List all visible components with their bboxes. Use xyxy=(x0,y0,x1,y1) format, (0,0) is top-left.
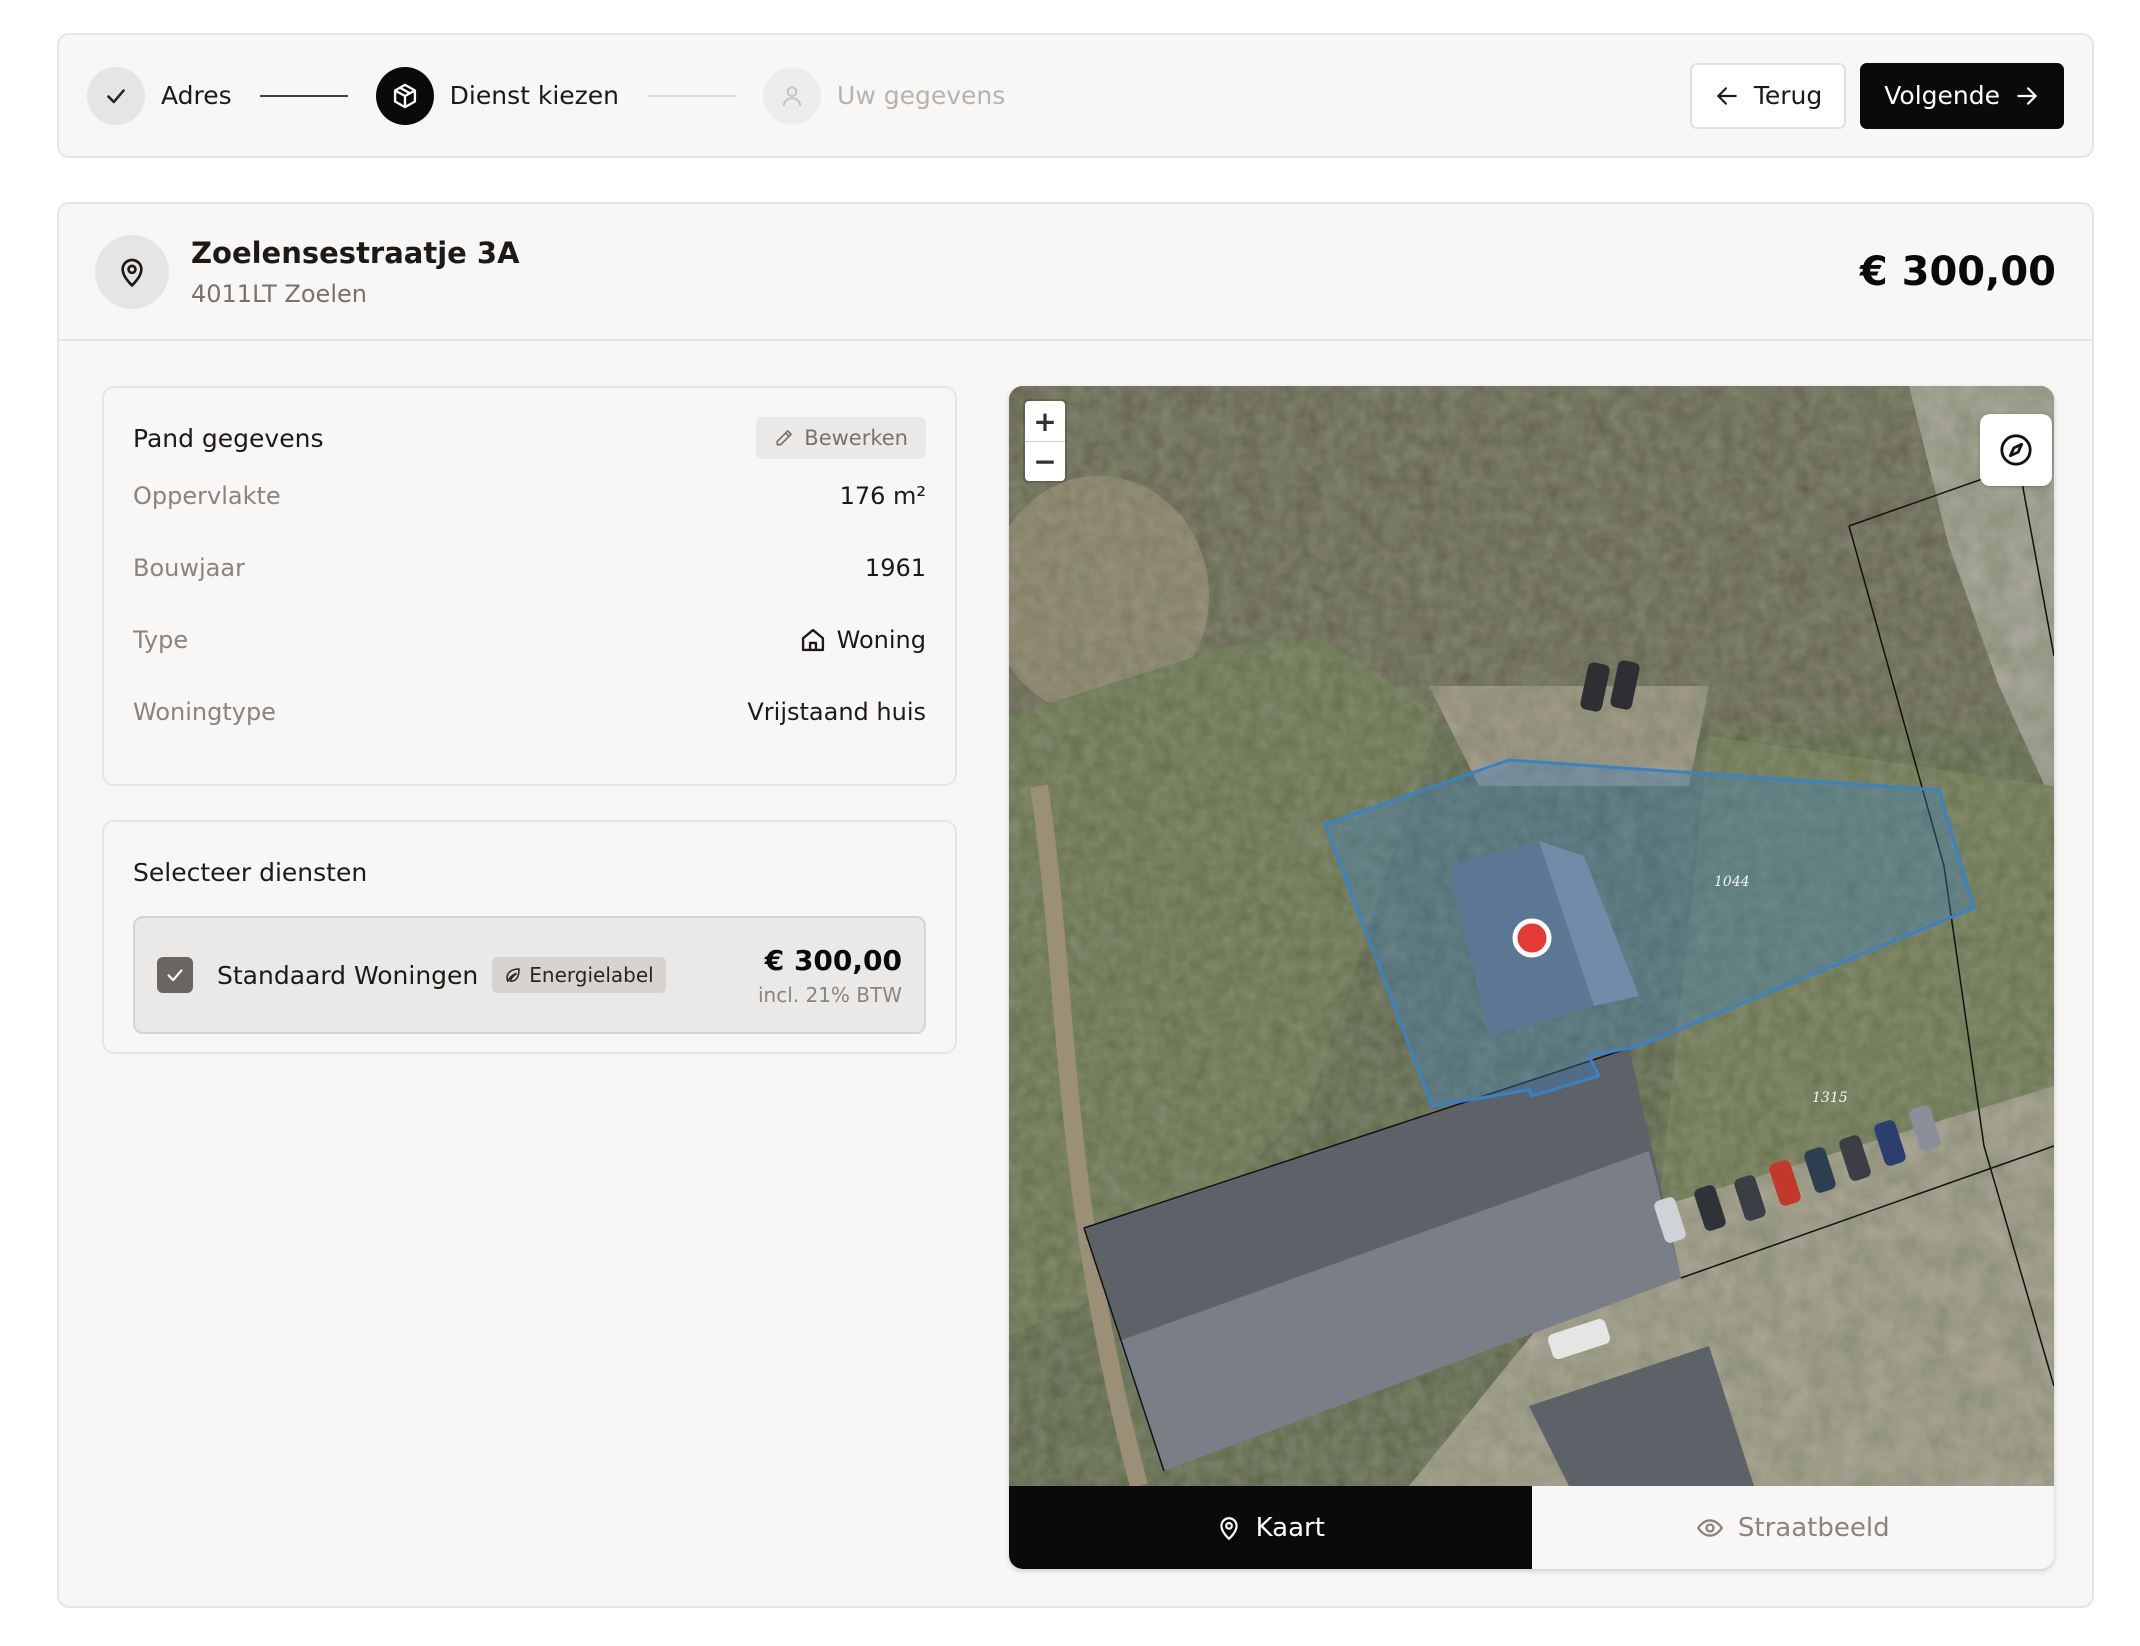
map-widget: 1044 1315 + − Kaart Straatbeeld xyxy=(1009,386,2054,1569)
prop-row-oppervlakte: Oppervlakte 176 m² xyxy=(133,460,926,532)
main-card: Zoelensestraatje 3A 4011LT Zoelen € 300,… xyxy=(57,202,2094,1608)
service-vat: incl. 21% BTW xyxy=(757,982,902,1007)
step-adres[interactable]: Adres xyxy=(87,66,232,125)
step-label: Dienst kiezen xyxy=(449,81,620,110)
panel-title: Pand gegevens xyxy=(133,423,324,453)
next-button-label: Volgende xyxy=(1884,81,2000,110)
map-pin-icon xyxy=(1219,1516,1238,1540)
step-label: Uw gegevens xyxy=(837,81,1006,110)
back-button[interactable]: Terug xyxy=(1689,62,1847,129)
parcel-label: 1044 xyxy=(1714,874,1750,890)
aerial-map[interactable]: 1044 1315 + − xyxy=(1009,386,2054,1486)
service-price: € 300,00 xyxy=(764,943,902,977)
prop-value-type: Woning xyxy=(799,626,926,654)
location-marker[interactable] xyxy=(1512,918,1552,958)
total-price: € 300,00 xyxy=(1859,248,2056,295)
arrow-left-icon xyxy=(1717,86,1737,105)
service-tag: Energielabel xyxy=(492,957,666,993)
compass-button[interactable] xyxy=(1980,414,2052,486)
panel-title: Selecteer diensten xyxy=(133,857,368,887)
user-icon xyxy=(763,66,822,125)
prop-key: Bouwjaar xyxy=(133,554,245,582)
eye-icon xyxy=(1696,1518,1723,1537)
prop-value: 1961 xyxy=(864,554,926,582)
address-block: Zoelensestraatje 3A 4011LT Zoelen xyxy=(191,236,520,308)
next-button[interactable]: Volgende xyxy=(1860,62,2064,129)
step-connector xyxy=(647,94,736,97)
address-city: 4011LT Zoelen xyxy=(191,279,367,308)
address-street: Zoelensestraatje 3A xyxy=(191,235,520,270)
prop-key: Woningtype xyxy=(133,698,276,726)
zoom-in-button[interactable]: + xyxy=(1025,401,1065,441)
zoom-out-button[interactable]: − xyxy=(1025,441,1065,481)
service-name: Standaard Woningen xyxy=(217,960,479,990)
tab-label: Straatbeeld xyxy=(1737,1512,1890,1543)
back-button-label: Terug xyxy=(1753,81,1823,110)
prop-value: Vrijstaand huis xyxy=(747,698,926,726)
service-price-block: € 300,00 incl. 21% BTW xyxy=(758,944,902,1007)
map-pin-icon xyxy=(95,234,169,309)
parcel-label: 1315 xyxy=(1812,1090,1848,1106)
edit-button-label: Bewerken xyxy=(804,426,908,450)
edit-button[interactable]: Bewerken xyxy=(756,417,926,459)
aerial-photo: 1044 1315 xyxy=(1009,386,2054,1486)
prop-key: Oppervlakte xyxy=(133,482,281,510)
home-icon xyxy=(801,628,824,652)
prop-key: Type xyxy=(133,626,189,654)
step-dienst-kiezen[interactable]: Dienst kiezen xyxy=(375,66,620,125)
nav-buttons: Terug Volgende xyxy=(1689,62,2064,129)
step-label: Adres xyxy=(161,81,232,110)
package-icon xyxy=(375,66,434,125)
arrow-right-icon xyxy=(2017,86,2037,105)
check-icon xyxy=(167,969,183,982)
tab-kaart[interactable]: Kaart xyxy=(1009,1486,1532,1569)
prop-value: 176 m² xyxy=(839,482,926,510)
check-icon xyxy=(87,66,145,125)
stepper-bar: Adres Dienst kiezen Uw gegevens Terug Vo… xyxy=(57,33,2094,158)
type-value: Woning xyxy=(836,626,926,654)
zoom-control: + − xyxy=(1025,401,1065,481)
map-view-tabs: Kaart Straatbeeld xyxy=(1009,1486,2054,1569)
pencil-icon xyxy=(776,430,793,446)
service-item[interactable]: Standaard Woningen Energielabel € 300,00… xyxy=(133,916,926,1034)
step-uw-gegevens[interactable]: Uw gegevens xyxy=(763,66,1006,125)
leaf-icon xyxy=(506,968,521,983)
address-header: Zoelensestraatje 3A 4011LT Zoelen € 300,… xyxy=(59,204,2092,341)
tab-straatbeeld[interactable]: Straatbeeld xyxy=(1531,1486,2054,1569)
pand-gegevens-panel: Pand gegevens Bewerken Oppervlakte 176 m… xyxy=(102,386,957,786)
prop-row-bouwjaar: Bouwjaar 1961 xyxy=(133,532,926,604)
tab-label: Kaart xyxy=(1255,1512,1325,1543)
diensten-panel: Selecteer diensten Standaard Woningen En… xyxy=(102,820,957,1054)
step-connector xyxy=(259,94,348,97)
compass-icon xyxy=(2000,434,2032,466)
prop-row-type: Type Woning xyxy=(133,604,926,676)
prop-row-woningtype: Woningtype Vrijstaand huis xyxy=(133,676,926,748)
service-checkbox[interactable] xyxy=(157,957,193,993)
service-tag-label: Energielabel xyxy=(529,963,654,987)
